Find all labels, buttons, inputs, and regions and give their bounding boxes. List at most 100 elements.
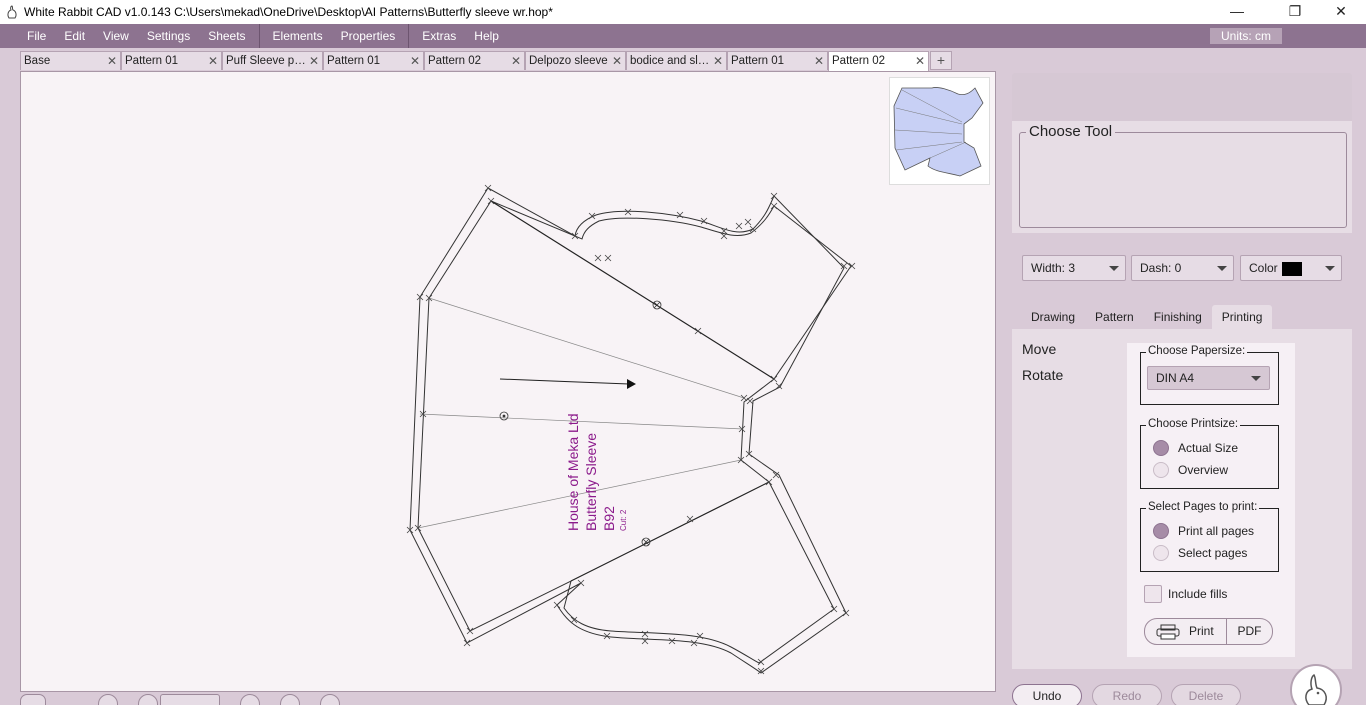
tab-finishing[interactable]: Finishing <box>1144 305 1212 331</box>
zoom-out-icon[interactable] <box>98 694 118 705</box>
print-label: Print <box>1189 624 1214 638</box>
inner-outline <box>417 200 852 664</box>
rabbit-logo-button[interactable] <box>1290 664 1342 705</box>
pages-title: Select Pages to print: <box>1146 501 1260 513</box>
add-tab-button[interactable]: + <box>930 51 952 70</box>
fold-line <box>490 200 775 380</box>
tab-close-icon[interactable]: ✕ <box>612 52 622 70</box>
point-markers <box>406 184 856 675</box>
radio-actual-size[interactable]: Actual Size <box>1153 440 1238 456</box>
dash-dropdown[interactable]: Dash: 0 <box>1131 255 1234 281</box>
menu-elements[interactable]: Elements <box>264 24 332 48</box>
pdf-button[interactable]: PDF <box>1227 618 1273 645</box>
tab-close-icon[interactable]: ✕ <box>915 52 925 70</box>
tab-drawing[interactable]: Drawing <box>1021 305 1085 331</box>
app-rabbit-icon <box>4 4 20 20</box>
papersize-group: Choose Papersize: DIN A4 <box>1140 345 1279 405</box>
tab-close-icon[interactable]: ✕ <box>309 52 319 70</box>
tab-pattern[interactable]: Pattern <box>1085 305 1144 331</box>
chevron-down-icon <box>1325 266 1335 271</box>
radio-overview[interactable]: Overview <box>1153 462 1228 478</box>
minimap[interactable] <box>889 77 990 185</box>
minimize-button[interactable]: — <box>1214 0 1260 22</box>
tab-close-icon[interactable]: ✕ <box>107 52 117 70</box>
pattern-drawing[interactable]: House of Meka Ltd Butterfly Sleeve B92 C… <box>21 72 996 692</box>
radio-select-pages[interactable]: Select pages <box>1153 545 1247 561</box>
tab-close-icon[interactable]: ✕ <box>511 52 521 70</box>
restore-button[interactable]: ❐ <box>1272 0 1318 22</box>
rotate-action[interactable]: Rotate <box>1022 367 1063 383</box>
color-label: Color <box>1249 261 1278 275</box>
width-dropdown[interactable]: Width: 3 <box>1022 255 1126 281</box>
printsize-group: Choose Printsize: Actual Size Overview <box>1140 418 1279 489</box>
drawing-canvas[interactable]: House of Meka Ltd Butterfly Sleeve B92 C… <box>20 71 996 692</box>
sheet-tabs: Base ✕ Pattern 01 ✕ Puff Sleeve pa... ✕ Pat… <box>20 51 952 71</box>
tab-label: Pattern 02 <box>428 55 482 67</box>
close-button[interactable]: ✕ <box>1318 0 1364 22</box>
tab-printing[interactable]: Printing <box>1211 305 1273 331</box>
tab-close-icon[interactable]: ✕ <box>410 52 420 70</box>
papersize-select[interactable]: DIN A4 <box>1147 366 1270 390</box>
delete-button[interactable]: Delete <box>1171 684 1241 705</box>
tab-delpozo-sleeve[interactable]: Delpozo sleeve ✕ <box>525 51 626 70</box>
menu-edit[interactable]: Edit <box>55 24 94 48</box>
menu-properties[interactable]: Properties <box>332 24 405 48</box>
tab-label: Base <box>24 55 51 67</box>
tab-close-icon[interactable]: ✕ <box>713 52 723 70</box>
redo-button[interactable]: Redo <box>1092 684 1162 705</box>
print-all-pages-label: Print all pages <box>1178 524 1255 538</box>
menu-sheets[interactable]: Sheets <box>199 24 254 48</box>
select-pages-label: Select pages <box>1178 546 1248 560</box>
radio-print-all-pages[interactable]: Print all pages <box>1153 523 1254 539</box>
chevron-down-icon <box>1109 266 1119 271</box>
outer-outline <box>409 187 847 674</box>
tab-puff-sleeve[interactable]: Puff Sleeve pa... ✕ <box>222 51 323 70</box>
label-cut-count: Cut: 2 <box>619 509 628 531</box>
zoom-field[interactable] <box>160 694 220 705</box>
zoom-in-icon[interactable] <box>138 694 158 705</box>
rabbit-icon <box>1305 673 1327 705</box>
tab-label: Pattern 01 <box>125 55 179 67</box>
tab-pattern-02-active[interactable]: Pattern 02 ✕ <box>828 51 929 71</box>
fit-view-icon[interactable] <box>240 694 260 705</box>
pages-group: Select Pages to print: Print all pages S… <box>1140 501 1279 572</box>
refresh-icon[interactable] <box>320 694 340 705</box>
menu-help[interactable]: Help <box>465 24 508 48</box>
move-action[interactable]: Move <box>1022 341 1056 357</box>
tab-bodice-and-sleeve[interactable]: bodice and sle... ✕ <box>626 51 727 70</box>
menu-settings[interactable]: Settings <box>138 24 199 48</box>
tab-base[interactable]: Base ✕ <box>20 51 121 70</box>
tab-close-icon[interactable]: ✕ <box>814 52 824 70</box>
actual-size-label: Actual Size <box>1178 441 1239 455</box>
radio-selected-icon <box>1153 523 1169 539</box>
tab-pattern-01-c[interactable]: Pattern 01 ✕ <box>727 51 828 70</box>
color-dropdown[interactable]: Color <box>1240 255 1342 281</box>
menu-view[interactable]: View <box>94 24 138 48</box>
chevron-down-icon <box>1217 266 1227 271</box>
print-options: Choose Papersize: DIN A4 Choose Printsiz… <box>1127 343 1295 657</box>
tab-label: Pattern 01 <box>731 55 785 67</box>
tab-pattern-02[interactable]: Pattern 02 ✕ <box>424 51 525 70</box>
tab-close-icon[interactable]: ✕ <box>208 52 218 70</box>
menu-file[interactable]: File <box>18 24 55 48</box>
print-buttons: Print PDF <box>1144 618 1273 645</box>
label-company: House of Meka Ltd <box>565 413 581 531</box>
chevron-down-icon <box>1251 376 1261 381</box>
tab-pattern-01-b[interactable]: Pattern 01 ✕ <box>323 51 424 70</box>
menu-separator <box>408 24 410 48</box>
tab-label: Puff Sleeve pa... <box>226 55 308 67</box>
include-fills-checkbox[interactable]: Include fills <box>1144 585 1227 603</box>
checkbox-icon <box>1144 585 1162 603</box>
units-selector[interactable]: Units: cm <box>1210 28 1282 44</box>
tool-options-header <box>1012 73 1352 121</box>
grainline-arrowhead <box>627 379 636 389</box>
bottom-toolbar <box>20 694 342 705</box>
papersize-title: Choose Papersize: <box>1146 345 1248 357</box>
pencil-tool-icon[interactable] <box>20 694 46 705</box>
menu-extras[interactable]: Extras <box>413 24 465 48</box>
undo-button[interactable]: Undo <box>1012 684 1082 705</box>
pan-icon[interactable] <box>280 694 300 705</box>
radio-selected-icon <box>1153 440 1169 456</box>
print-button[interactable]: Print <box>1144 618 1227 645</box>
tab-pattern-01[interactable]: Pattern 01 ✕ <box>121 51 222 70</box>
